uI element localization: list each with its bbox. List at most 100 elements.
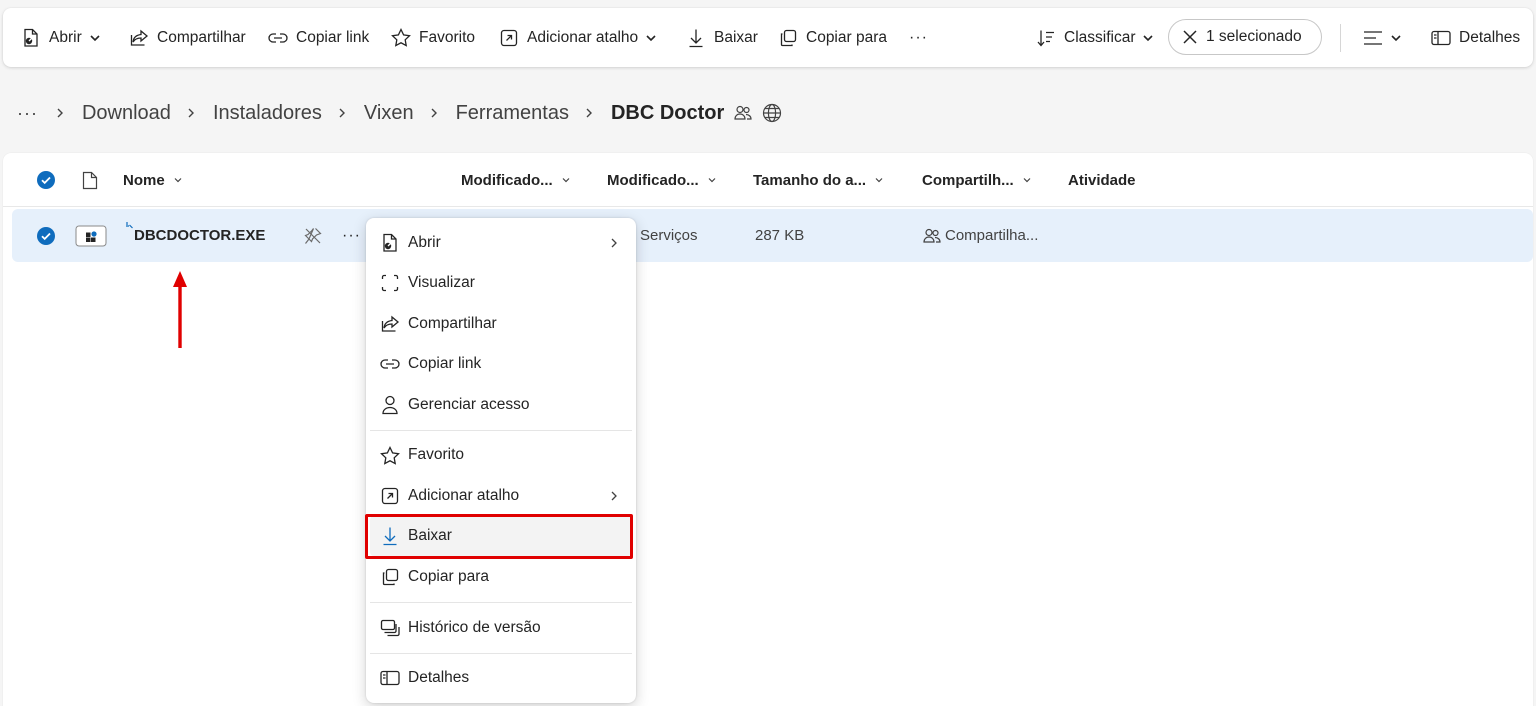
shortcut-icon xyxy=(499,28,519,48)
menu-item-details[interactable]: Detalhes xyxy=(370,658,632,698)
menu-divider xyxy=(370,653,632,654)
shortcut-icon xyxy=(380,486,400,506)
menu-item-copy-link[interactable]: Copiar link xyxy=(370,344,632,384)
row-more-actions-button[interactable]: ··· xyxy=(342,209,361,262)
chevron-right-icon xyxy=(611,238,617,248)
selection-count-label: 1 selecionado xyxy=(1206,28,1302,45)
selection-pill[interactable]: 1 selecionado xyxy=(1168,19,1322,55)
star-icon xyxy=(380,445,400,465)
column-modified-by-label: Modificado... xyxy=(607,171,699,189)
shared-people-icon xyxy=(923,228,941,243)
favorite-label: Favorito xyxy=(419,28,475,46)
chevron-down-icon xyxy=(1391,34,1401,41)
breadcrumb-item-instaladores[interactable]: Instaladores xyxy=(213,102,322,125)
add-shortcut-button[interactable]: Adicionar atalho xyxy=(499,8,657,67)
chevron-down-icon xyxy=(174,178,182,183)
menu-item-manage-access[interactable]: Gerenciar acesso xyxy=(370,385,632,425)
list-header: Nome Modificado... Modificado... Tamanho… xyxy=(3,153,1533,207)
open-icon xyxy=(21,28,41,48)
breadcrumb-current: DBC Doctor xyxy=(610,101,725,124)
toolbar-divider xyxy=(1340,24,1341,52)
download-icon xyxy=(380,526,400,546)
exe-file-icon xyxy=(75,209,107,262)
menu-divider xyxy=(370,430,632,431)
menu-item-version-history[interactable]: Histórico de versão xyxy=(370,608,632,648)
command-bar: Abrir Compartilhar Copiar link Favorito … xyxy=(3,8,1533,67)
menu-item-preview[interactable]: Visualizar xyxy=(370,263,632,303)
share-button[interactable]: Compartilhar xyxy=(129,8,246,67)
chevron-right-icon xyxy=(188,108,194,118)
column-activity[interactable]: Atividade xyxy=(1068,153,1136,207)
file-type-column-icon[interactable] xyxy=(82,153,98,207)
open-label: Abrir xyxy=(49,28,82,46)
share-icon xyxy=(380,314,400,334)
view-options-button[interactable] xyxy=(1363,8,1402,67)
download-label: Baixar xyxy=(714,28,758,46)
menu-item-add-shortcut[interactable]: Adicionar atalho xyxy=(370,476,632,516)
menu-divider xyxy=(370,602,632,603)
open-icon xyxy=(380,233,400,253)
row-checkbox[interactable] xyxy=(37,209,55,262)
column-file-size[interactable]: Tamanho do a... xyxy=(753,153,884,207)
close-icon[interactable] xyxy=(1183,30,1197,44)
menu-item-version-history-label: Histórico de versão xyxy=(408,619,541,636)
column-sharing[interactable]: Compartilh... xyxy=(922,153,1032,207)
menu-item-open[interactable]: Abrir xyxy=(370,223,632,263)
details-button[interactable]: Detalhes xyxy=(1431,8,1520,67)
more-actions-button[interactable]: ··· xyxy=(909,8,928,67)
share-label: Compartilhar xyxy=(157,28,246,46)
chevron-right-icon xyxy=(586,108,592,118)
modified-by-cell: Serviços xyxy=(640,227,698,244)
link-icon xyxy=(268,28,288,48)
shared-people-icon[interactable] xyxy=(734,105,752,121)
menu-item-share[interactable]: Compartilhar xyxy=(370,304,632,344)
column-name[interactable]: Nome xyxy=(123,153,183,207)
menu-item-add-shortcut-label: Adicionar atalho xyxy=(408,487,520,504)
file-size-cell: 287 KB xyxy=(755,227,805,244)
column-name-label: Nome xyxy=(123,171,165,189)
details-icon xyxy=(380,668,400,688)
link-icon xyxy=(380,354,400,374)
breadcrumb-item-ferramentas[interactable]: Ferramentas xyxy=(456,102,569,125)
copy-to-button[interactable]: Copiar para xyxy=(778,8,887,67)
select-all-checkbox[interactable] xyxy=(37,153,55,207)
download-button[interactable]: Baixar xyxy=(686,8,758,67)
menu-item-download[interactable]: Baixar xyxy=(370,516,632,556)
star-icon xyxy=(391,28,411,48)
copy-icon xyxy=(380,567,400,587)
list-view-icon xyxy=(1363,28,1383,48)
menu-item-favorite[interactable]: Favorito xyxy=(370,435,632,475)
sort-label: Classificar xyxy=(1064,28,1136,46)
menu-item-share-label: Compartilhar xyxy=(408,315,497,332)
column-modified[interactable]: Modificado... xyxy=(461,153,571,207)
preview-icon xyxy=(380,273,400,293)
copy-to-label: Copiar para xyxy=(806,28,887,46)
share-row-icon[interactable] xyxy=(304,209,322,262)
chevron-down-icon xyxy=(90,34,100,41)
column-modified-label: Modificado... xyxy=(461,171,553,189)
column-modified-by[interactable]: Modificado... xyxy=(607,153,717,207)
breadcrumb-item-vixen[interactable]: Vixen xyxy=(364,102,414,125)
chevron-right-icon xyxy=(57,108,63,118)
chevron-down-icon xyxy=(646,34,656,41)
favorite-button[interactable]: Favorito xyxy=(391,8,475,67)
file-name-link[interactable]: DBCDOCTOR.EXE xyxy=(134,209,265,262)
more-icon: ··· xyxy=(909,28,928,46)
add-shortcut-label: Adicionar atalho xyxy=(527,28,639,46)
copy-icon xyxy=(778,28,798,48)
sort-button[interactable]: Classificar xyxy=(1036,8,1154,67)
menu-item-copy-to-label: Copiar para xyxy=(408,568,489,585)
open-button[interactable]: Abrir xyxy=(21,8,101,67)
sort-icon xyxy=(1036,28,1056,48)
breadcrumb-more-button[interactable]: ··· xyxy=(17,103,38,124)
breadcrumb-item-download[interactable]: Download xyxy=(82,102,171,125)
menu-item-open-label: Abrir xyxy=(408,234,441,251)
copy-link-button[interactable]: Copiar link xyxy=(268,8,369,67)
menu-item-preview-label: Visualizar xyxy=(408,274,475,291)
globe-icon[interactable] xyxy=(762,103,782,123)
table-row[interactable]: DBCDOCTOR.EXE ··· Serviços 287 KB Compar… xyxy=(12,209,1533,262)
column-file-size-label: Tamanho do a... xyxy=(753,171,867,189)
sharing-cell[interactable]: Compartilha... xyxy=(923,209,1038,262)
menu-item-copy-to[interactable]: Copiar para xyxy=(370,557,632,597)
chevron-down-icon xyxy=(1023,178,1031,183)
